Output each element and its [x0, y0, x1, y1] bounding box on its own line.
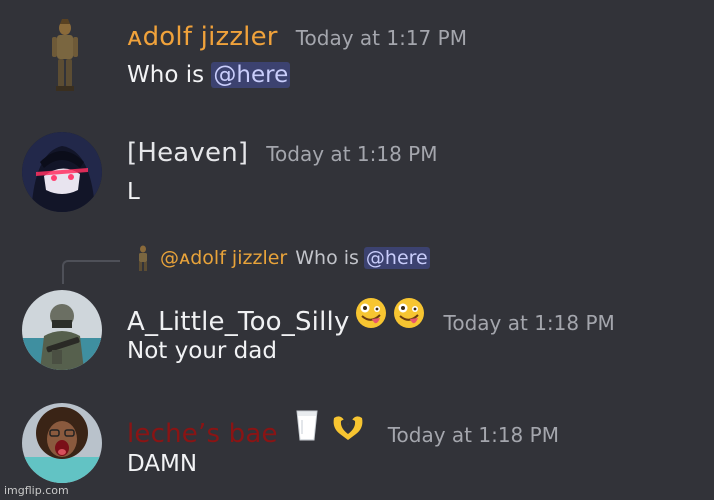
- heart-hands-emoji-icon: [333, 416, 363, 440]
- zany-face-emoji-icon: [355, 298, 386, 328]
- message-header: leche’s bae Today at 1:18 PM: [127, 408, 559, 449]
- username[interactable]: leche’s bae: [127, 419, 278, 449]
- message-header: A_Little_Too_Silly Today at 1:18 PM: [127, 296, 615, 337]
- username[interactable]: A_Little_Too_Silly: [127, 307, 350, 337]
- message-content: L: [127, 179, 140, 205]
- reply-username[interactable]: @ᴀdolf jizzler: [160, 247, 287, 269]
- timestamp: Today at 1:18 PM: [266, 142, 438, 166]
- timestamp: Today at 1:18 PM: [387, 423, 559, 447]
- screaming-girl-avatar-icon: [22, 403, 102, 483]
- message-content: DAMN: [127, 451, 197, 477]
- message-content: Who is @here: [127, 62, 291, 88]
- chat-message-list: ᴀdolf jizzler Today at 1:17 PM Who is @h…: [0, 0, 714, 500]
- anime-avatar-icon: [22, 132, 102, 212]
- message-header: ᴀdolf jizzler Today at 1:17 PM: [127, 22, 467, 52]
- watermark: imgflip.com: [4, 484, 69, 497]
- reply-mention-here[interactable]: @here: [363, 247, 430, 269]
- timestamp: Today at 1:17 PM: [295, 26, 467, 50]
- milk-glass-emoji-icon: [296, 410, 318, 441]
- reply-spine: [62, 260, 120, 284]
- avatar[interactable]: [22, 290, 102, 370]
- soldier-avatar-icon: [22, 290, 102, 370]
- message-text: DAMN: [127, 451, 198, 477]
- username[interactable]: [Heaven]: [127, 138, 248, 168]
- zany-face-emoji-icon: [393, 298, 424, 328]
- avatar[interactable]: [22, 132, 102, 212]
- avatar[interactable]: [40, 14, 90, 96]
- message-text: Who is: [127, 62, 212, 88]
- reply-preview: @ᴀdolf jizzler Who is @here: [134, 244, 430, 272]
- timestamp: Today at 1:18 PM: [443, 311, 615, 335]
- username[interactable]: ᴀdolf jizzler: [127, 22, 278, 52]
- message-text: L: [127, 179, 140, 205]
- reply-avatar-icon: [139, 245, 147, 271]
- message-header: [Heaven] Today at 1:18 PM: [127, 138, 437, 168]
- reply-reference[interactable]: @ᴀdolf jizzler Who is @here: [60, 244, 710, 284]
- avatar[interactable]: [22, 403, 102, 483]
- mention-here[interactable]: @here: [211, 62, 291, 88]
- message-text: Not your dad: [127, 338, 277, 364]
- message-content: Not your dad: [127, 338, 277, 364]
- reply-text: Who is: [295, 247, 359, 269]
- soldier-figure-icon: [52, 19, 78, 91]
